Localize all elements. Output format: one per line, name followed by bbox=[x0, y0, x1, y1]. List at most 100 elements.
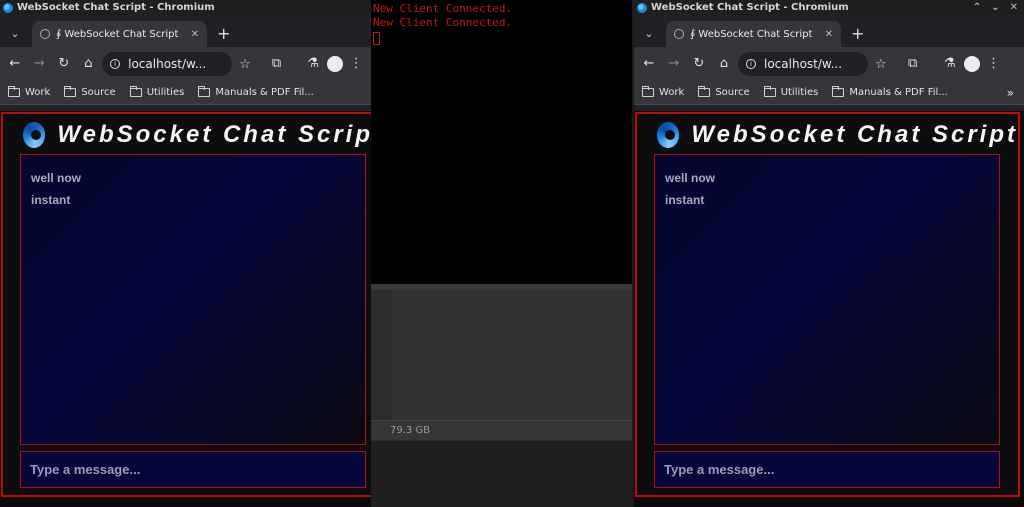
file-manager-status: 79.3 GB bbox=[370, 420, 632, 440]
flask-icon[interactable]: ⚗ bbox=[302, 53, 324, 75]
bookmarks-overflow-button[interactable]: » bbox=[1007, 86, 1014, 100]
message-input[interactable] bbox=[20, 451, 366, 488]
bookmark-work[interactable]: Work bbox=[642, 86, 685, 98]
profile-avatar[interactable] bbox=[963, 56, 980, 72]
message-input[interactable] bbox=[654, 451, 1000, 488]
close-icon[interactable]: ✕ bbox=[825, 29, 833, 40]
file-manager-lower-area bbox=[370, 441, 632, 507]
file-manager-window[interactable]: 79.3 GB bbox=[370, 284, 632, 507]
bookmark-label: Utilities bbox=[146, 87, 185, 98]
bookmark-utilities[interactable]: Utilities bbox=[129, 86, 185, 98]
browser-window-right[interactable]: WebSocket Chat Script - Chromium ⌃ ⌄ ✕ ⌄… bbox=[634, 0, 1024, 507]
message-list[interactable]: well now instant bbox=[20, 154, 366, 445]
reload-icon[interactable]: ↻ bbox=[688, 53, 710, 75]
bookmark-label: Work bbox=[25, 87, 51, 98]
url-text: localhost/w... bbox=[128, 57, 207, 71]
browser-toolbar: ← → ↻ ⌂ i localhost/w... ☆ ⧉ ⚗ ⋮ bbox=[634, 47, 1024, 81]
folder-icon bbox=[642, 86, 654, 97]
folder-icon bbox=[832, 86, 845, 97]
chat-message: well now bbox=[665, 171, 716, 185]
site-info-icon[interactable]: i bbox=[746, 59, 756, 69]
address-bar[interactable]: i localhost/w... bbox=[738, 52, 868, 76]
window-titlebar[interactable]: WebSocket Chat Script - Chromium ⌃ ⌄ ✕ bbox=[634, 0, 1024, 15]
swirl-logo-icon bbox=[657, 122, 680, 148]
kebab-menu-icon[interactable]: ⋮ bbox=[983, 53, 1005, 75]
bookmarks-bar: Work Source Utilities Manuals & PDF Fil.… bbox=[634, 81, 1024, 105]
new-tab-button[interactable]: + bbox=[217, 21, 230, 47]
terminal-window[interactable]: New Client Connected. New Client Connect… bbox=[370, 0, 632, 284]
chat-message: instant bbox=[665, 193, 705, 207]
window-controls: ⌃ ⌄ ✕ bbox=[973, 0, 1018, 15]
tab-strip: ⌄ ∮ WebSocket Chat Script ✕ + bbox=[0, 15, 371, 47]
window-title: WebSocket Chat Script - Chromium bbox=[17, 2, 215, 13]
folder-icon bbox=[8, 86, 20, 97]
bookmark-star-icon[interactable]: ☆ bbox=[875, 57, 887, 72]
chat-header: WebSocket Chat Script bbox=[3, 114, 371, 156]
browser-window-left[interactable]: WebSocket Chat Script - Chromium ⌄ ∮ Web… bbox=[0, 0, 371, 507]
bookmark-manuals[interactable]: Manuals & PDF Fil... bbox=[832, 86, 948, 98]
terminal-line: New Client Connected. bbox=[373, 16, 513, 29]
tab-strip: ⌄ ∮ WebSocket Chat Script ✕ + bbox=[634, 15, 1024, 47]
folder-icon bbox=[698, 86, 711, 97]
home-icon[interactable]: ⌂ bbox=[713, 53, 735, 75]
minimize-button[interactable]: ⌃ bbox=[973, 0, 981, 15]
profile-avatar[interactable] bbox=[326, 56, 343, 72]
bookmark-label: Work bbox=[659, 87, 685, 98]
bookmark-source[interactable]: Source bbox=[64, 86, 116, 98]
window-titlebar[interactable]: WebSocket Chat Script - Chromium bbox=[0, 0, 371, 15]
reload-icon[interactable]: ↻ bbox=[53, 53, 75, 75]
bookmarks-bar: Work Source Utilities Manuals & PDF Fil.… bbox=[0, 81, 371, 105]
site-info-icon[interactable]: i bbox=[110, 59, 121, 69]
url-text: localhost/w... bbox=[764, 57, 843, 71]
tab-search-chevron-icon[interactable]: ⌄ bbox=[638, 21, 660, 47]
page-content: WebSocket Chat Script well now instant bbox=[0, 111, 371, 507]
folder-icon bbox=[198, 86, 211, 97]
bookmark-utilities[interactable]: Utilities bbox=[763, 86, 819, 98]
file-manager-pane[interactable] bbox=[392, 290, 632, 420]
maximize-button[interactable]: ⌄ bbox=[991, 0, 999, 15]
bookmark-label: Source bbox=[715, 87, 750, 98]
forward-arrow-icon[interactable]: → bbox=[663, 53, 685, 75]
puzzle-icon[interactable]: ⧉ bbox=[266, 53, 288, 75]
globe-icon bbox=[674, 29, 684, 39]
flask-icon[interactable]: ⚗ bbox=[939, 53, 961, 75]
bookmark-source[interactable]: Source bbox=[698, 86, 750, 98]
bookmark-manuals[interactable]: Manuals & PDF Fil... bbox=[198, 86, 314, 98]
tab-search-chevron-icon[interactable]: ⌄ bbox=[4, 21, 26, 47]
back-arrow-icon[interactable]: ← bbox=[638, 53, 660, 75]
chat-message: instant bbox=[31, 193, 71, 207]
close-icon[interactable]: ✕ bbox=[191, 29, 199, 40]
close-window-button[interactable]: ✕ bbox=[1010, 0, 1018, 15]
chat-header: WebSocket Chat Script bbox=[637, 114, 1018, 156]
window-title: WebSocket Chat Script - Chromium bbox=[651, 2, 849, 13]
browser-toolbar: ← → ↻ ⌂ i localhost/w... ☆ ⧉ ⚗ ⋮ bbox=[0, 47, 371, 81]
message-list[interactable]: well now instant bbox=[654, 154, 1000, 445]
terminal-line: New Client Connected. bbox=[373, 2, 513, 15]
back-arrow-icon[interactable]: ← bbox=[4, 53, 26, 75]
globe-icon bbox=[40, 29, 50, 39]
bookmark-work[interactable]: Work bbox=[8, 86, 51, 98]
kebab-menu-icon[interactable]: ⋮ bbox=[346, 53, 368, 75]
terminal-cursor bbox=[373, 32, 380, 45]
chromium-icon bbox=[637, 2, 647, 13]
home-icon[interactable]: ⌂ bbox=[78, 53, 100, 75]
chat-message: well now bbox=[31, 171, 82, 185]
chat-container: WebSocket Chat Script well now instant bbox=[635, 112, 1020, 497]
tab-websocket-chat[interactable]: ∮ WebSocket Chat Script ✕ bbox=[666, 21, 841, 47]
bookmark-label: Manuals & PDF Fil... bbox=[215, 87, 314, 98]
folder-icon bbox=[129, 86, 142, 97]
folder-icon bbox=[64, 86, 77, 97]
forward-arrow-icon[interactable]: → bbox=[29, 53, 51, 75]
tab-websocket-chat[interactable]: ∮ WebSocket Chat Script ✕ bbox=[32, 21, 207, 47]
chat-title: WebSocket Chat Script bbox=[691, 121, 1018, 148]
bookmark-label: Utilities bbox=[780, 87, 819, 98]
puzzle-icon[interactable]: ⧉ bbox=[902, 53, 924, 75]
page-content: WebSocket Chat Script well now instant bbox=[634, 111, 1024, 507]
address-bar[interactable]: i localhost/w... bbox=[102, 52, 233, 76]
swirl-logo-icon bbox=[23, 122, 46, 148]
new-tab-button[interactable]: + bbox=[851, 21, 864, 47]
bookmark-label: Source bbox=[81, 87, 116, 98]
bookmark-star-icon[interactable]: ☆ bbox=[239, 57, 251, 72]
tab-title: ∮ WebSocket Chat Script bbox=[690, 28, 813, 40]
chromium-icon bbox=[3, 2, 13, 13]
